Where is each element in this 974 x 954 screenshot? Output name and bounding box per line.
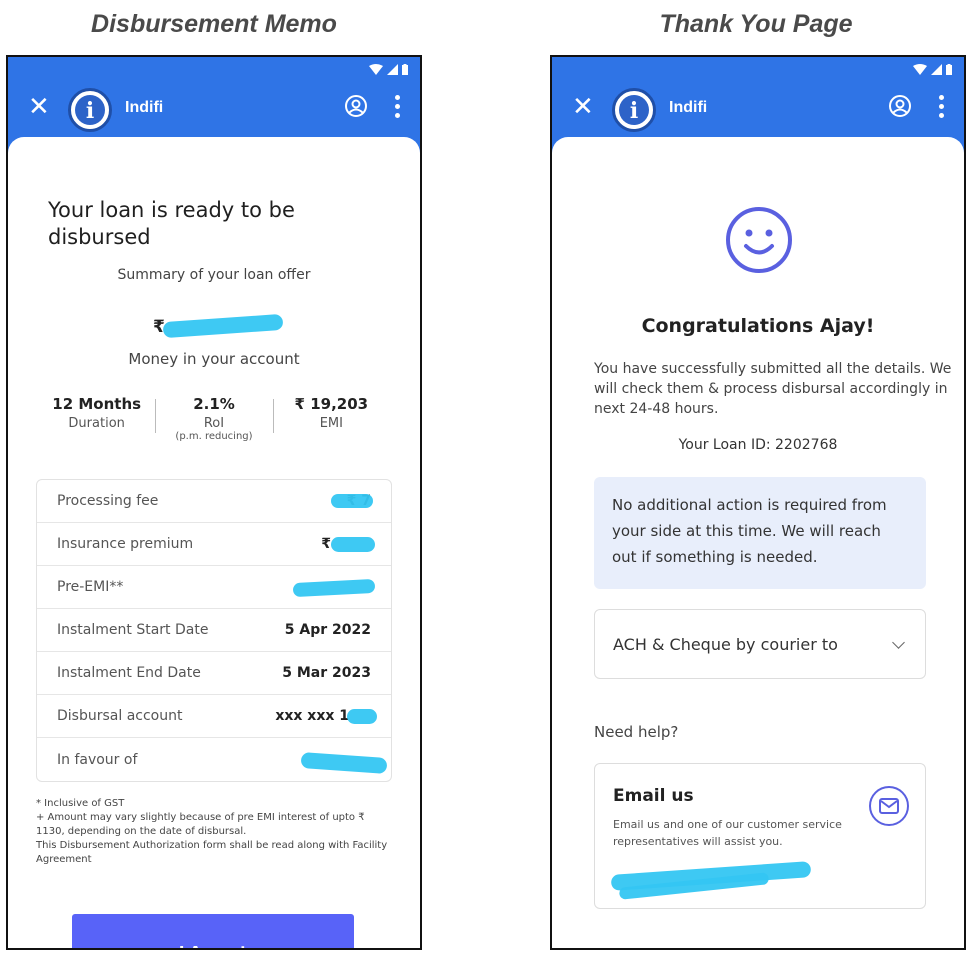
redaction-mark [300, 752, 388, 774]
fee-value: xxx xxx 1 [275, 708, 349, 724]
fee-table: Processing fee ₹ 7 Insurance premium ₹ P… [36, 479, 392, 782]
fee-label: Instalment End Date [57, 665, 201, 681]
loan-ready-title: Your loan is ready to be disbursed [48, 198, 295, 249]
table-row: In favour of [37, 738, 391, 781]
courier-dropdown[interactable]: ACH & Cheque by courier to [594, 609, 926, 679]
mail-icon[interactable] [869, 786, 909, 826]
caption-disbursement-memo: Disbursement Memo [91, 10, 337, 38]
smiley-icon [726, 207, 792, 273]
submitted-message: You have successfully submitted all the … [594, 361, 952, 417]
fee-label: Instalment Start Date [57, 622, 209, 638]
table-row: Instalment End Date 5 Mar 2023 [37, 652, 391, 695]
info-box: No additional action is required from yo… [594, 477, 926, 589]
wifi-icon [913, 64, 927, 75]
phone-thank-you: ✕ i Indifi Congratulations Ajay! You hav… [550, 55, 966, 950]
status-bar [552, 57, 964, 85]
need-help-label: Need help? [594, 723, 679, 741]
account-icon[interactable] [344, 94, 368, 118]
status-bar [8, 57, 420, 85]
more-vert-icon[interactable] [939, 95, 944, 118]
footnote-agreement: This Disbursement Authorization form sha… [36, 840, 388, 865]
table-row: Instalment Start Date 5 Apr 2022 [37, 609, 391, 652]
table-row: Processing fee ₹ 7 [37, 480, 391, 523]
more-vert-icon[interactable] [395, 95, 400, 118]
fee-value: 5 Apr 2022 [284, 622, 371, 638]
indifi-logo: i [612, 88, 656, 132]
account-icon[interactable] [888, 94, 912, 118]
indifi-logo: i [68, 88, 112, 132]
redaction-mark [347, 709, 377, 724]
caption-thank-you-page: Thank You Page [659, 10, 853, 38]
footnote-pre-emi: + Amount may vary slightly because of pr… [36, 812, 365, 837]
thank-you-sheet: Congratulations Ajay! You have successfu… [552, 137, 964, 948]
app-name: Indifi [125, 99, 164, 116]
redaction-mark [331, 494, 373, 508]
fee-value: ₹ [321, 536, 331, 552]
loan-amount: ₹ [8, 313, 420, 341]
fee-value: 5 Mar 2023 [282, 665, 371, 681]
stat-emi: ₹ 19,203 EMI [272, 395, 390, 455]
signal-icon [387, 64, 398, 75]
table-row: Disbursal account xxx xxx 1 [37, 695, 391, 738]
accept-button[interactable]: I Accept [72, 914, 354, 948]
congrats-heading: Congratulations Ajay! [641, 315, 875, 337]
phone-disbursement-memo: ✕ i Indifi Your loan is ready to be disb… [6, 55, 422, 950]
loan-id: Your Loan ID: 2202768 [678, 437, 838, 453]
summary-text: Summary of your loan offer [117, 267, 311, 283]
redaction-mark [162, 313, 284, 339]
close-icon[interactable]: ✕ [28, 94, 50, 120]
app-bar: ✕ i Indifi [8, 85, 420, 135]
close-icon[interactable]: ✕ [572, 94, 594, 120]
fee-label: Disbursal account [57, 708, 183, 724]
fee-label: Insurance premium [57, 536, 194, 552]
stat-duration: 12 Months Duration [52, 395, 142, 431]
courier-label: ACH & Cheque by courier to [613, 634, 838, 654]
app-name: Indifi [669, 99, 708, 116]
loan-stats: 12 Months Duration 2.1% RoI (p.m. reduci… [38, 395, 390, 455]
redaction-mark [331, 537, 375, 552]
signal-icon [931, 64, 942, 75]
footnotes: * Inclusive of GST + Amount may vary sli… [36, 797, 392, 867]
battery-icon [402, 64, 408, 75]
footnote-gst: * Inclusive of GST [36, 798, 125, 809]
money-in-account-label: Money in your account [128, 350, 300, 368]
email-description: Email us and one of our customer service… [613, 818, 842, 848]
chevron-down-icon[interactable] [892, 635, 905, 649]
fee-label: Processing fee [57, 493, 159, 509]
wifi-icon [369, 64, 383, 75]
battery-icon [946, 64, 952, 75]
app-bar: ✕ i Indifi [552, 85, 964, 135]
email-title: Email us [613, 786, 694, 806]
table-row: Pre-EMI** [37, 566, 391, 609]
table-row: Insurance premium ₹ [37, 523, 391, 566]
memo-sheet: Your loan is ready to be disbursed Summa… [8, 137, 420, 948]
email-us-card[interactable]: Email us Email us and one of our custome… [594, 763, 926, 909]
stat-roi: 2.1% RoI (p.m. reducing) [155, 395, 272, 455]
